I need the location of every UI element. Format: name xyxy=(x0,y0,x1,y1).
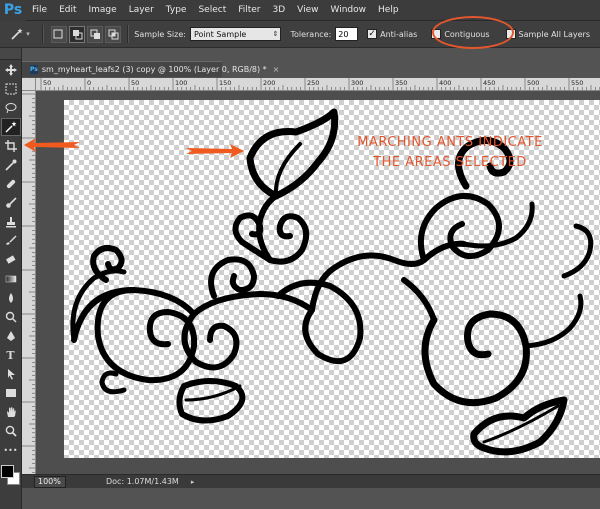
sample-size-value: Point Sample xyxy=(193,29,247,39)
menu-file[interactable]: File xyxy=(26,5,53,15)
ruler-tick-label: 0 xyxy=(87,79,91,87)
separator xyxy=(127,25,129,43)
ruler-tick-label: 50 xyxy=(43,79,51,87)
pen-tool-icon[interactable] xyxy=(1,327,21,345)
menu-edit[interactable]: Edit xyxy=(53,5,82,15)
ruler-tick-label: 450 xyxy=(483,79,495,87)
foreground-color-swatch[interactable] xyxy=(0,465,14,478)
chevron-down-icon: ▾ xyxy=(26,30,30,38)
ruler-tick-label: 50 xyxy=(131,79,139,87)
dodge-tool-icon[interactable] xyxy=(1,308,21,326)
menu-image[interactable]: Image xyxy=(83,5,123,15)
tools-panel: T ••• xyxy=(0,48,22,509)
ruler-tick-label: 350 xyxy=(395,79,407,87)
anti-alias-checkbox[interactable] xyxy=(367,29,378,39)
ruler-origin[interactable] xyxy=(22,78,36,91)
workspace-background xyxy=(22,488,600,509)
ruler-tick-label: 250 xyxy=(307,79,319,87)
annotation-text: MARCHING ANTS INDICATE THE AREAS SELECTE… xyxy=(330,133,570,173)
contiguous-label: Contiguous xyxy=(444,29,490,39)
ps-document-icon: Ps xyxy=(30,65,38,74)
ruler-tick-label: 500 xyxy=(527,79,539,87)
history-brush-tool-icon[interactable] xyxy=(1,232,21,250)
magic-wand-icon xyxy=(11,28,23,40)
more-tools-icon[interactable]: ••• xyxy=(1,441,21,459)
menu-help[interactable]: Help xyxy=(372,5,405,15)
zoom-level-field[interactable]: 100% xyxy=(34,475,66,488)
contiguous-checkbox[interactable] xyxy=(431,29,442,39)
horizontal-ruler[interactable]: 50 0 50 100 150 200 250 300 350 400 450 500 550 xyxy=(36,78,600,91)
panel-grip[interactable] xyxy=(0,48,21,60)
new-selection-icon xyxy=(53,29,63,38)
add-to-selection-button[interactable] xyxy=(69,25,86,43)
gradient-tool-icon[interactable] xyxy=(1,270,21,288)
menu-select[interactable]: Select xyxy=(192,5,232,15)
menu-filter[interactable]: Filter xyxy=(232,5,266,15)
tolerance-label: Tolerance: xyxy=(290,29,332,39)
ruler-tick-label: 550 xyxy=(571,79,583,87)
intersect-selection-button[interactable] xyxy=(105,25,122,43)
blur-tool-icon[interactable] xyxy=(1,289,21,307)
type-tool-icon[interactable]: T xyxy=(1,346,21,364)
lasso-tool-icon[interactable] xyxy=(1,99,21,117)
path-selection-tool-icon[interactable] xyxy=(1,365,21,383)
crop-tool-icon[interactable] xyxy=(1,137,21,155)
new-selection-button[interactable] xyxy=(50,25,68,43)
menu-view[interactable]: View xyxy=(291,5,324,15)
menu-bar: Ps File Edit Image Layer Type Select Fil… xyxy=(0,0,600,21)
eyedropper-tool-icon[interactable] xyxy=(1,156,21,174)
rectangle-tool-icon[interactable] xyxy=(1,384,21,402)
brush-tool-icon[interactable] xyxy=(1,194,21,212)
document-tab[interactable]: Ps sm_myheart_leafs2 (3) copy @ 100% (La… xyxy=(22,61,279,77)
sample-all-layers-option[interactable]: Sample All Layers xyxy=(505,29,594,39)
anti-alias-label: Anti-alias xyxy=(380,29,418,39)
menu-layer[interactable]: Layer xyxy=(123,5,160,15)
tool-preset-picker[interactable]: ▾ xyxy=(4,24,36,45)
updown-arrows-icon: ⇕ xyxy=(272,30,279,38)
separator xyxy=(41,25,43,43)
anti-alias-option[interactable]: Anti-alias xyxy=(367,29,421,39)
status-menu-icon[interactable]: ▸ xyxy=(191,478,195,486)
sample-size-select[interactable]: Point Sample ⇕ xyxy=(189,27,282,41)
photoshop-logo: Ps xyxy=(0,0,26,21)
annotation-line-1: MARCHING ANTS INDICATE xyxy=(357,135,543,150)
clone-stamp-tool-icon[interactable] xyxy=(1,213,21,231)
tolerance-input[interactable]: 20 xyxy=(335,27,359,41)
color-swatches[interactable] xyxy=(0,465,21,487)
sample-all-layers-checkbox[interactable] xyxy=(505,29,516,39)
options-bar: ▾ Sample Size: Point Sample ⇕ Tolerance:… xyxy=(0,21,600,48)
move-tool-icon[interactable] xyxy=(1,61,21,79)
hand-tool-icon[interactable] xyxy=(1,403,21,421)
menu-window[interactable]: Window xyxy=(325,5,373,15)
annotation-line-2: THE AREAS SELECTED xyxy=(373,155,527,170)
subtract-from-selection-button[interactable] xyxy=(87,25,104,43)
ruler-tick-label: 400 xyxy=(439,79,451,87)
eraser-tool-icon[interactable] xyxy=(1,251,21,269)
sample-size-label: Sample Size: xyxy=(134,29,186,39)
close-tab-icon[interactable]: × xyxy=(273,65,280,74)
status-bar: 100% Doc: 1.07M/1.43M ▸ xyxy=(22,474,600,488)
marquee-tool-icon[interactable] xyxy=(1,80,21,98)
toolbox-arrow-icon xyxy=(24,138,80,152)
ruler-tick-label: 200 xyxy=(263,79,275,87)
horizontal-ruler-ticks: 50 0 50 100 150 200 250 300 350 400 450 500 550 xyxy=(40,78,600,90)
document-title: sm_myheart_leafs2 (3) copy @ 100% (Layer… xyxy=(41,65,267,74)
ruler-tick-label: 300 xyxy=(351,79,363,87)
subtract-selection-icon xyxy=(90,29,100,39)
menu-3d[interactable]: 3D xyxy=(267,5,292,15)
ruler-tick-label: 100 xyxy=(175,79,187,87)
magic-wand-tool-icon[interactable] xyxy=(0,118,21,136)
canvas-arrow-icon xyxy=(186,144,244,158)
healing-brush-tool-icon[interactable] xyxy=(1,175,21,193)
sample-all-layers-label: Sample All Layers xyxy=(518,29,591,39)
ruler-tick-label: 150 xyxy=(219,79,231,87)
add-selection-icon xyxy=(72,29,83,39)
zoom-tool-icon[interactable] xyxy=(1,422,21,440)
document-size[interactable]: Doc: 1.07M/1.43M xyxy=(106,477,179,486)
menu-type[interactable]: Type xyxy=(160,5,193,15)
contiguous-option[interactable]: Contiguous xyxy=(431,29,493,39)
intersect-selection-icon xyxy=(108,29,119,39)
